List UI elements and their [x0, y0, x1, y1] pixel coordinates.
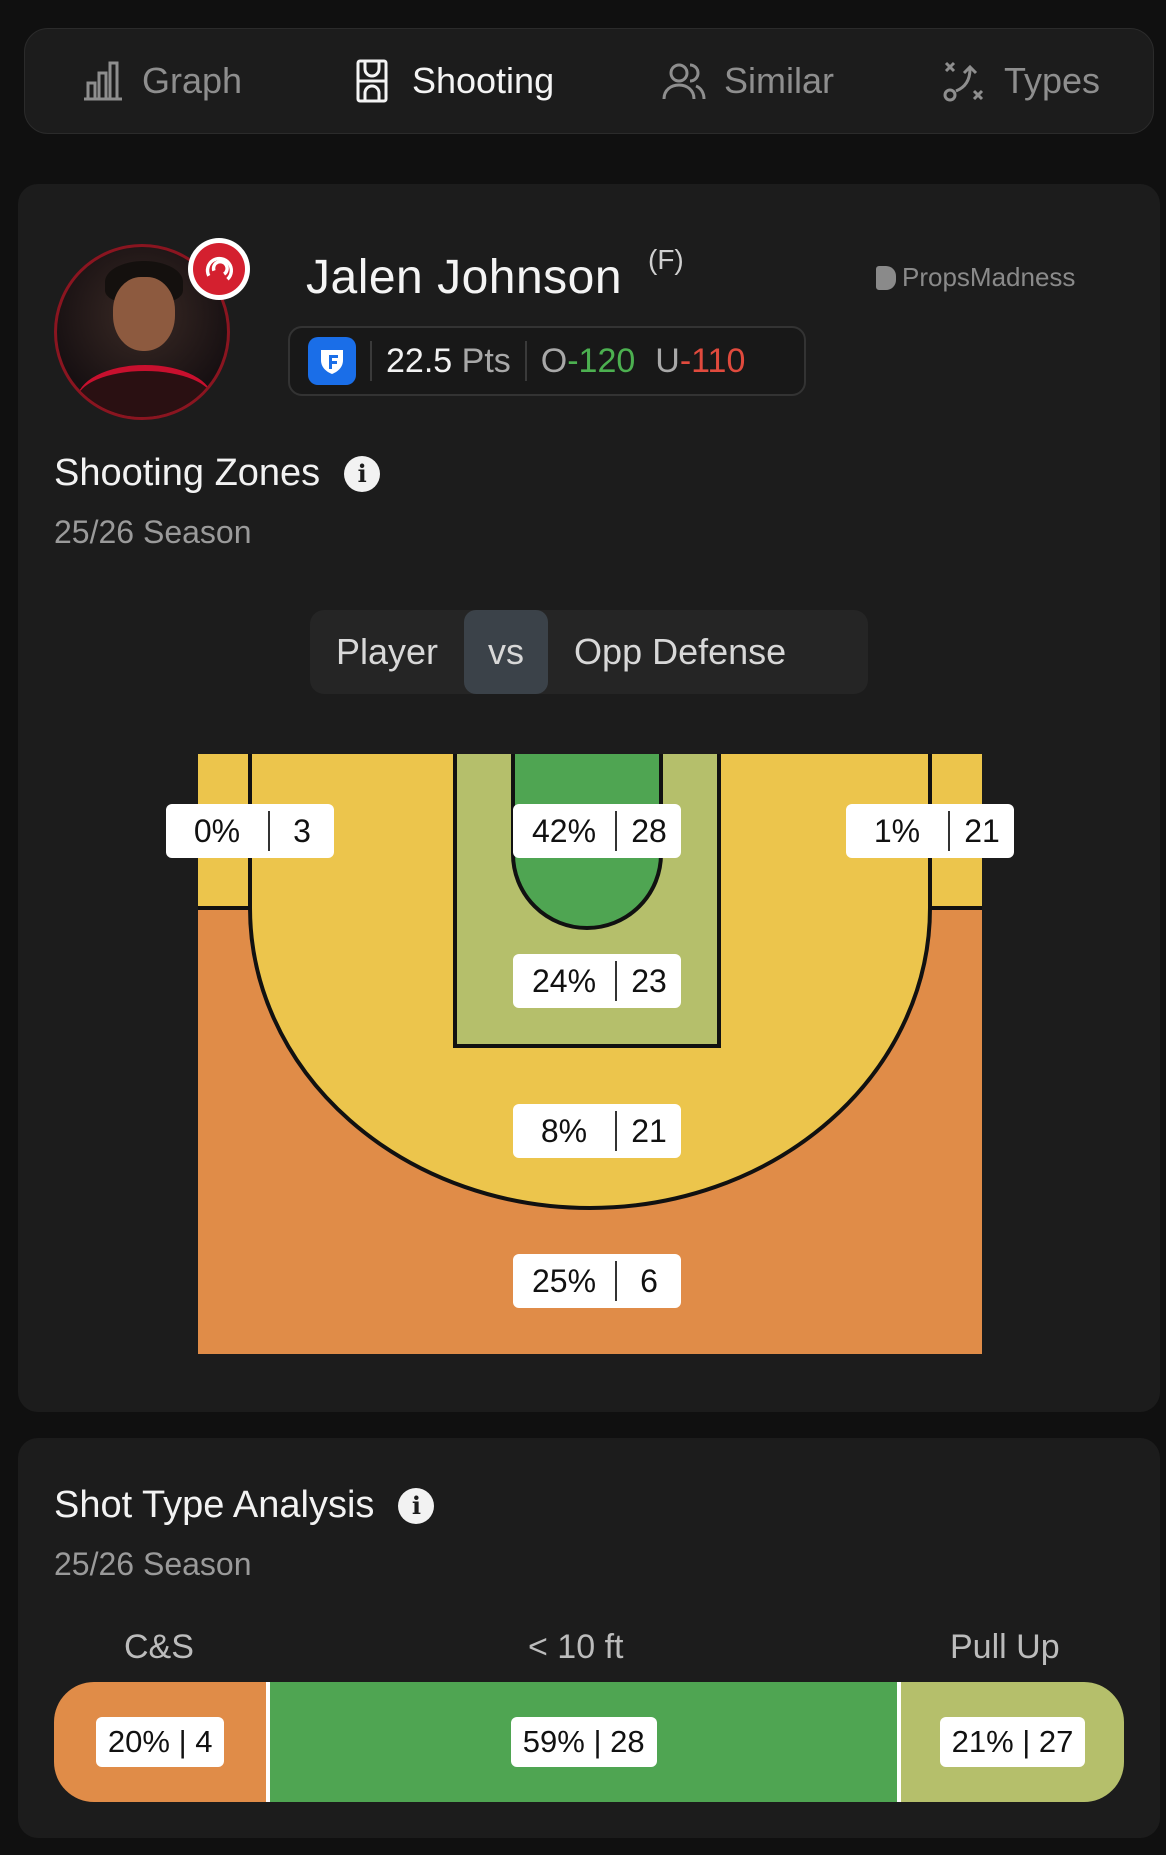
tab-shooting[interactable]: Shooting: [348, 57, 554, 105]
shot-type-value: 20% | 4: [95, 1717, 225, 1767]
shot-type-bar: 20% | 4 59% | 28 21% | 27: [54, 1682, 1124, 1802]
fanduel-icon: [308, 337, 356, 385]
brand-logo: PropsMadness: [876, 262, 1075, 293]
zone-pct: 0%: [193, 812, 241, 849]
player-name: Jalen Johnson: [306, 251, 623, 304]
tab-types[interactable]: Types: [940, 57, 1100, 105]
shot-type-label-cs: C&S: [124, 1628, 194, 1666]
divider: [524, 341, 527, 381]
court-icon: [356, 59, 388, 103]
zone-chip-right-corner[interactable]: 1% 21: [846, 804, 1014, 858]
tab-label: Types: [1003, 60, 1101, 101]
tab-graph[interactable]: Graph: [78, 57, 242, 105]
tab-similar[interactable]: Similar: [660, 57, 834, 105]
zone-count: 21: [964, 812, 1000, 849]
shot-type-label-close: < 10 ft: [528, 1628, 624, 1666]
zone-count: 3: [293, 812, 311, 849]
info-icon[interactable]: i: [398, 1487, 435, 1524]
zone-chip-above-break-three[interactable]: 25% 6: [513, 1254, 681, 1308]
toggle-vs[interactable]: vs: [464, 610, 549, 694]
tab-bar: Graph Shooting Similar Types: [24, 28, 1154, 134]
zone-chip-paint[interactable]: 24% 23: [513, 954, 681, 1008]
line-stat: Pts: [461, 341, 511, 380]
shooting-zones-title: Shooting Zones: [54, 452, 321, 494]
brand-name: PropsMadness: [902, 262, 1076, 292]
shot-type-segment[interactable]: 21% | 27: [901, 1682, 1124, 1802]
zone-count: 21: [631, 1112, 667, 1149]
comparison-toggle: Player vs Opp Defense: [310, 610, 868, 694]
shooting-zones-card: Jalen Johnson (F) PropsMadness 22.5 Pts …: [18, 184, 1160, 1412]
zone-pct: 1%: [873, 812, 921, 849]
play-diagram-icon: [943, 61, 984, 102]
toggle-player[interactable]: Player: [310, 610, 464, 694]
info-icon[interactable]: i: [344, 455, 381, 492]
shot-type-segment[interactable]: 59% | 28: [270, 1682, 901, 1802]
prop-line[interactable]: 22.5 Pts O-120 U-110: [288, 326, 806, 396]
section-title: Shooting Zones i: [54, 452, 381, 495]
zone-count: 28: [631, 812, 667, 849]
zone-pct: 42%: [531, 812, 597, 849]
zone-pct: 8%: [540, 1112, 588, 1149]
zone-chip-mid-range[interactable]: 8% 21: [513, 1104, 681, 1158]
under-odds: -110: [679, 341, 746, 380]
shot-type-value: 21% | 27: [939, 1717, 1086, 1767]
over-odds: -120: [567, 341, 636, 380]
season-label: 25/26 Season: [54, 514, 252, 550]
bar-chart-icon: [83, 61, 122, 101]
zone-chip-restricted-area[interactable]: 42% 28: [513, 804, 681, 858]
divider: [370, 341, 372, 381]
users-icon: [662, 63, 706, 100]
tab-label: Graph: [141, 60, 243, 101]
under-label: U: [655, 341, 680, 380]
zone-count: 23: [631, 962, 667, 999]
zone-pct: 24%: [531, 962, 597, 999]
tab-label: Similar: [724, 60, 835, 101]
section-title: Shot Type Analysis i: [54, 1484, 435, 1527]
toggle-opp-defense[interactable]: Opp Defense: [548, 610, 812, 694]
player-position: (F): [648, 244, 684, 275]
zone-count: 6: [640, 1262, 658, 1299]
shot-type-segment[interactable]: 20% | 4: [54, 1682, 271, 1802]
brand-mark-icon: [876, 265, 896, 290]
zone-chip-left-corner[interactable]: 0% 3: [166, 804, 334, 858]
zone-pct: 25%: [531, 1262, 597, 1299]
shot-type-label-pullup: Pull Up: [950, 1628, 1060, 1666]
line-value: 22.5: [386, 341, 453, 380]
shot-type-title: Shot Type Analysis: [54, 1484, 375, 1526]
tab-label: Shooting: [411, 60, 555, 101]
team-logo-icon: [188, 238, 250, 300]
over-label: O: [540, 341, 568, 380]
shot-type-value: 59% | 28: [510, 1717, 657, 1767]
season-label: 25/26 Season: [54, 1546, 252, 1582]
